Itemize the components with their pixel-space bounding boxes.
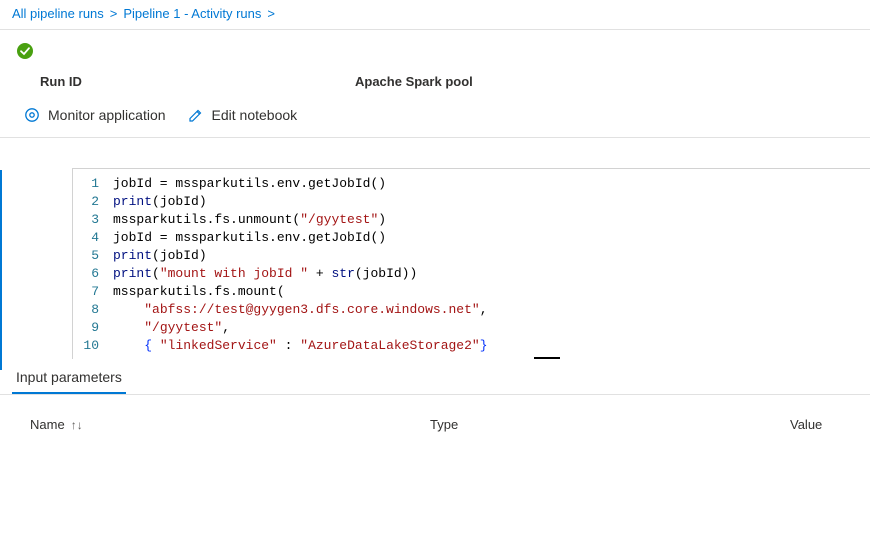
code-content: print("mount with jobId " + str(jobId)) (113, 265, 417, 283)
code-line[interactable]: 2print(jobId) (73, 193, 870, 211)
line-number: 8 (73, 301, 113, 319)
breadcrumb-link-pipeline-activity[interactable]: Pipeline 1 - Activity runs (123, 6, 261, 21)
code-content: mssparkutils.fs.mount( (113, 283, 285, 301)
col-header-value[interactable]: Value (790, 417, 854, 432)
code-content: jobId = mssparkutils.env.getJobId() (113, 175, 386, 193)
line-number: 5 (73, 247, 113, 265)
code-content: print(jobId) (113, 247, 207, 265)
code-content: "/gyytest", (113, 319, 230, 337)
cell-indicator (0, 170, 2, 370)
line-number: 2 (73, 193, 113, 211)
label-run-id: Run ID (40, 74, 355, 89)
line-number: 6 (73, 265, 113, 283)
label-spark-pool: Apache Spark pool (355, 74, 473, 89)
breadcrumb: All pipeline runs > Pipeline 1 - Activit… (0, 0, 870, 30)
code-line[interactable]: 10 { "linkedService" : "AzureDataLakeSto… (73, 337, 870, 355)
line-number: 4 (73, 229, 113, 247)
col-header-type[interactable]: Type (430, 417, 790, 432)
edit-notebook-label: Edit notebook (212, 107, 298, 123)
success-icon (16, 42, 34, 60)
code-line[interactable]: 9 "/gyytest", (73, 319, 870, 337)
col-header-name-label: Name (30, 417, 65, 432)
line-number: 10 (73, 337, 113, 355)
params-tabs: Input parameters (0, 359, 870, 395)
status-row (0, 30, 870, 60)
tab-input-parameters[interactable]: Input parameters (12, 359, 126, 394)
line-number: 7 (73, 283, 113, 301)
code-content: "abfss://test@gyygen3.dfs.core.windows.n… (113, 301, 488, 319)
code-content: { "linkedService" : "AzureDataLakeStorag… (113, 337, 488, 355)
code-line[interactable]: 4jobId = mssparkutils.env.getJobId() (73, 229, 870, 247)
breadcrumb-link-all-runs[interactable]: All pipeline runs (12, 6, 104, 21)
line-number: 1 (73, 175, 113, 193)
edit-notebook-button[interactable]: Edit notebook (180, 103, 306, 127)
code-line[interactable]: 8 "abfss://test@gyygen3.dfs.core.windows… (73, 301, 870, 319)
resize-handle[interactable] (534, 357, 560, 359)
code-content: mssparkutils.fs.unmount("/gyytest") (113, 211, 386, 229)
chevron-right-icon: > (110, 6, 118, 21)
toolbar: Monitor application Edit notebook (0, 95, 870, 138)
chevron-right-icon: > (267, 6, 275, 21)
code-line[interactable]: 6print("mount with jobId " + str(jobId)) (73, 265, 870, 283)
code-content: jobId = mssparkutils.env.getJobId() (113, 229, 386, 247)
code-line[interactable]: 7mssparkutils.fs.mount( (73, 283, 870, 301)
code-line[interactable]: 1jobId = mssparkutils.env.getJobId() (73, 175, 870, 193)
sort-icon: ↑↓ (71, 418, 83, 432)
code-content: print(jobId) (113, 193, 207, 211)
line-number: 9 (73, 319, 113, 337)
edit-icon (188, 107, 204, 123)
monitor-icon (24, 107, 40, 123)
monitor-application-button[interactable]: Monitor application (16, 103, 174, 127)
code-line[interactable]: 3mssparkutils.fs.unmount("/gyytest") (73, 211, 870, 229)
line-number: 3 (73, 211, 113, 229)
monitor-application-label: Monitor application (48, 107, 166, 123)
col-header-name[interactable]: Name ↑↓ (30, 417, 430, 432)
summary-labels: Run ID Apache Spark pool (0, 60, 870, 95)
code-line[interactable]: 5print(jobId) (73, 247, 870, 265)
code-editor[interactable]: 1jobId = mssparkutils.env.getJobId()2pri… (72, 168, 870, 359)
params-table-header: Name ↑↓ Type Value (0, 395, 870, 440)
